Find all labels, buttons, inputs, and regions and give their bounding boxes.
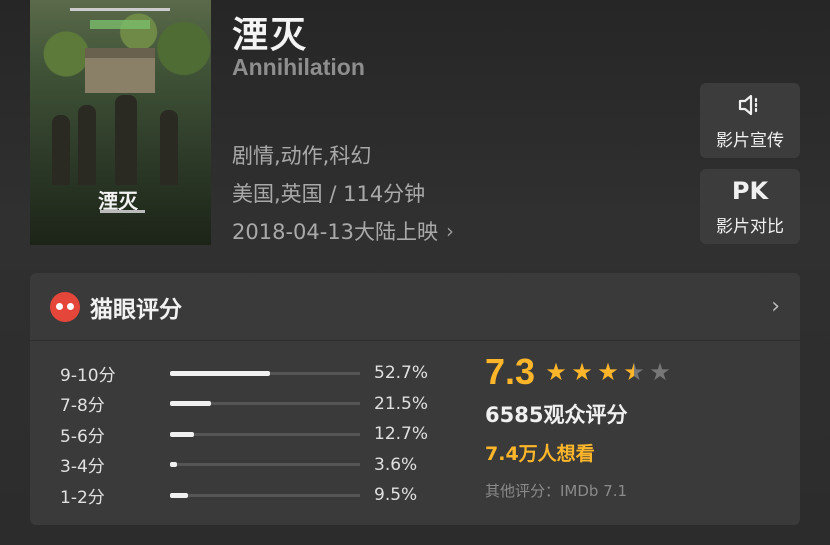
rating-bar-percent: 52.7% (374, 363, 429, 384)
star-icon: ★ (571, 358, 593, 386)
rating-card: 猫眼评分 › 9-10分 52.7% 7-8分 21.5% 5-6分 12.7% 3-4分 3… (30, 273, 800, 525)
rating-bar-percent: 9.5% (374, 485, 418, 506)
chevron-right-icon[interactable]: › (771, 294, 780, 319)
star-icon: ★ (545, 358, 567, 386)
speaker-icon (737, 90, 763, 120)
rating-bar-row: 3-4分 3.6% (60, 450, 444, 481)
rating-bar-label: 7-8分 (60, 396, 105, 417)
rating-title: 猫眼评分 (90, 296, 182, 323)
maoyan-cat-icon (50, 291, 80, 322)
star-icon: ★ (597, 358, 619, 386)
poster-figure (78, 105, 96, 185)
poster-figure (160, 110, 178, 185)
rating-bar-fill (170, 462, 177, 468)
compare-button[interactable]: PK 影片对比 (700, 169, 800, 244)
audience-votes: 6585观众评分 (485, 403, 628, 427)
rating-bar-track (170, 492, 360, 498)
pk-icon: PK (731, 177, 769, 205)
compare-label: 影片对比 (716, 217, 784, 237)
other-ratings: 其他评分：IMDb 7.1 (485, 482, 628, 500)
poster-top-text (70, 8, 170, 11)
poster-figure (52, 115, 70, 185)
rating-distribution: 9-10分 52.7% 7-8分 21.5% 5-6分 12.7% 3-4分 3.6% 1-2分… (60, 358, 444, 511)
star-icon: ★ (621, 358, 647, 386)
poster-subtitle (100, 210, 145, 213)
rating-bar-row: 9-10分 52.7% (60, 358, 444, 389)
rating-bar-row: 5-6分 12.7% (60, 419, 444, 450)
poster-figure (115, 95, 137, 185)
movie-title: 湮灭 (232, 15, 309, 56)
rating-bar-row: 7-8分 21.5% (60, 389, 444, 420)
rating-bar-percent: 3.6% (374, 454, 418, 475)
poster-house (85, 48, 155, 93)
rating-bar-fill (170, 401, 211, 407)
promo-button[interactable]: 影片宣传 (700, 83, 800, 158)
rating-bar-fill (170, 431, 195, 437)
movie-country-duration: 美国,英国 / 114分钟 (232, 182, 426, 206)
rating-bar-label: 9-10分 (60, 365, 116, 386)
rating-bar-track (170, 431, 360, 437)
chevron-right-icon: › (446, 219, 455, 243)
rating-bar-fill (170, 492, 189, 498)
star-icon: ★ (649, 358, 671, 386)
rating-bar-track (170, 370, 360, 376)
rating-bar-row: 1-2分 9.5% (60, 480, 444, 511)
movie-poster[interactable]: 湮灭 (30, 0, 211, 245)
rating-bar-percent: 21.5% (374, 393, 429, 414)
movie-genres: 剧情,动作,科幻 (232, 144, 372, 168)
score-summary: 7.3 ★ ★ ★ ★ ★ 6585观众评分 7.4万人想看 其他评分：IMDb 7.1 (485, 351, 673, 501)
score-value: 7.3 (485, 351, 536, 392)
star-rating: ★ ★ ★ ★ ★ (543, 358, 673, 386)
rating-bar-track (170, 401, 360, 407)
rating-bar-fill (170, 370, 271, 376)
rating-bar-track (170, 462, 360, 468)
movie-title-en: Annihilation (232, 54, 365, 80)
rating-bar-label: 3-4分 (60, 457, 105, 478)
release-date: 2018-04-13大陆上映 (232, 220, 439, 244)
rating-header[interactable]: 猫眼评分 › (30, 273, 800, 341)
release-date-link[interactable]: 2018-04-13大陆上映 › (232, 216, 454, 246)
promo-label: 影片宣传 (716, 131, 784, 151)
want-to-see: 7.4万人想看 (485, 443, 595, 465)
poster-tagline (90, 20, 150, 29)
rating-bar-percent: 12.7% (374, 424, 429, 445)
rating-bar-label: 5-6分 (60, 426, 105, 447)
rating-bar-label: 1-2分 (60, 487, 105, 508)
